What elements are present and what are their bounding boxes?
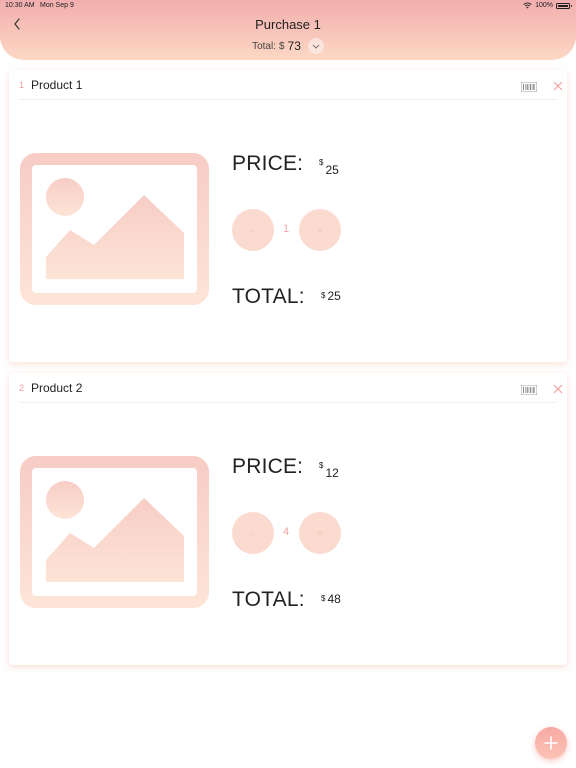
price-value: $ 25	[319, 158, 339, 177]
product-card: 2 Product 2 PRICE: $ 12 - 4 + TOTAL: $ 4…	[9, 373, 567, 665]
price-value: $ 12	[319, 461, 339, 480]
total-label: TOTAL:	[232, 588, 305, 611]
quantity-value: 1	[282, 223, 290, 235]
plus-icon	[544, 736, 558, 750]
price-label: PRICE:	[232, 152, 304, 175]
battery-icon	[556, 2, 572, 9]
price-currency: $	[319, 461, 324, 470]
status-indicators: 100%	[523, 2, 572, 9]
line-total-amount: 48	[327, 592, 341, 606]
barcode-icon[interactable]	[521, 385, 537, 395]
decrement-button[interactable]: -	[232, 512, 274, 554]
image-placeholder-icon[interactable]	[20, 456, 209, 608]
increment-button[interactable]: +	[299, 512, 341, 554]
image-placeholder-icon[interactable]	[20, 153, 209, 305]
wifi-icon	[523, 2, 532, 9]
product-name[interactable]: Product 2	[31, 381, 82, 395]
status-bar: 10:30 AM Mon Sep 9 100%	[0, 0, 576, 12]
total-label: TOTAL:	[232, 285, 305, 308]
barcode-icon[interactable]	[521, 82, 537, 92]
product-index: 2	[19, 382, 25, 393]
product-card: 1 Product 1 PRICE: $ 25 - 1 + TOTAL: $ 2…	[9, 70, 567, 362]
product-card-header: 1 Product 1	[19, 70, 557, 100]
price-amount[interactable]: 25	[325, 163, 338, 177]
quantity-value: 4	[282, 526, 290, 538]
product-card-header: 2 Product 2	[19, 373, 557, 403]
chevron-down-icon	[312, 44, 320, 49]
line-total: $ 48	[321, 592, 341, 606]
status-date: Mon Sep 9	[40, 2, 74, 9]
product-index: 1	[19, 79, 25, 90]
page-title: Purchase 1	[255, 17, 321, 32]
battery-percent: 100%	[535, 2, 553, 9]
add-product-button[interactable]	[535, 727, 567, 759]
line-total-amount: 25	[327, 289, 341, 303]
close-icon[interactable]	[553, 384, 563, 394]
close-icon[interactable]	[553, 81, 563, 91]
decrement-button[interactable]: -	[232, 209, 274, 251]
header: 10:30 AM Mon Sep 9 100% Purchase 1 Total…	[0, 0, 576, 60]
line-total: $ 25	[321, 289, 341, 303]
price-label: PRICE:	[232, 455, 304, 478]
total-value: 73	[287, 39, 301, 53]
purchase-total: Total: $ 73	[0, 38, 576, 54]
increment-button[interactable]: +	[299, 209, 341, 251]
total-dropdown-button[interactable]	[307, 38, 324, 54]
price-currency: $	[319, 158, 324, 167]
price-amount[interactable]: 12	[325, 466, 338, 480]
product-name[interactable]: Product 1	[31, 78, 82, 92]
total-currency: $	[278, 40, 285, 52]
status-time: 10:30 AM	[5, 2, 35, 9]
line-total-currency: $	[321, 291, 326, 300]
line-total-currency: $	[321, 594, 326, 603]
total-label: Total:	[252, 40, 276, 52]
